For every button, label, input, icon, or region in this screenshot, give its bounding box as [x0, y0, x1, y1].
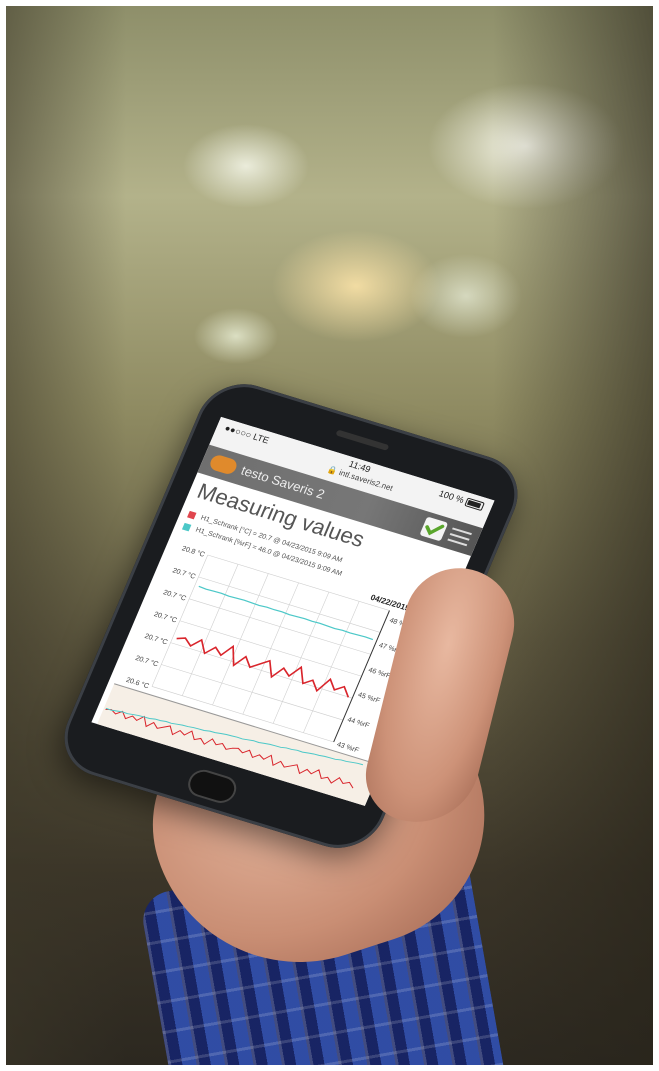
testo-logo-icon — [207, 453, 240, 476]
phone-speaker — [335, 429, 390, 451]
grid-line-v — [181, 564, 239, 696]
blurred-wall-left — [6, 6, 126, 1065]
battery-percent: 100 % — [437, 488, 466, 506]
hamburger-menu-icon[interactable] — [447, 527, 472, 547]
y-left-tick-label: 20.7 °C — [171, 566, 196, 580]
blurred-wall-right — [493, 6, 653, 1065]
legend-swatch-cyan — [181, 522, 192, 532]
y-left-tick-label: 20.8 °C — [181, 545, 206, 559]
legend-swatch-red — [187, 510, 197, 520]
background-photo: ●●○○○ LTE 11:49 🔒 intl.saveris2.net 100 … — [6, 6, 653, 1065]
battery-icon — [464, 497, 485, 512]
battery-status: 100 % — [437, 488, 485, 512]
y-left-tick-label: 20.7 °C — [143, 632, 168, 646]
series-line-humidity — [198, 585, 374, 641]
y-left-tick-label: 20.7 °C — [134, 654, 159, 668]
y-left-tick-label: 20.7 °C — [153, 610, 178, 624]
y-right-tick-label: 44 %rF — [346, 717, 370, 730]
checkmark-icon — [425, 524, 445, 536]
y-left-tick-label: 20.7 °C — [162, 588, 187, 602]
y-right-tick-label: 45 %rF — [357, 692, 381, 705]
home-button[interactable] — [183, 766, 241, 807]
carrier-signal: ●●○○○ LTE — [223, 422, 271, 446]
status-ok-button[interactable] — [419, 516, 449, 542]
